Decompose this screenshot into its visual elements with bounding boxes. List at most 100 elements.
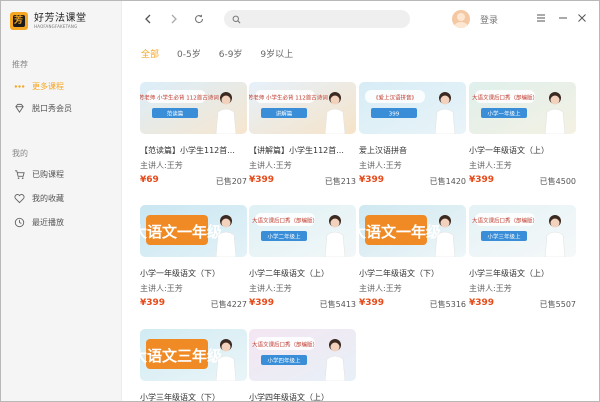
course-thumbnail[interactable]: 大语文课后口秀（部编版） 小学三年级上 <box>469 205 576 257</box>
course-title[interactable]: 小学二年级语文（下） <box>359 268 466 279</box>
course-thumbnail[interactable]: 大语文课后口秀（部编版） 小学一年级上 <box>469 82 576 134</box>
section-mine: 我的 <box>12 149 28 158</box>
course-thumbnail[interactable]: 大语文课后口秀（部编版） 小学二年级上 <box>249 205 356 257</box>
svg-text:小学四年级上: 小学四年级上 <box>267 357 301 365</box>
course-thumbnail[interactable]: 《爱上汉语拼音》 399 <box>359 82 466 134</box>
back-button[interactable] <box>141 12 155 26</box>
course-thumbnail[interactable]: 大语文三年级 <box>140 329 247 381</box>
course-title[interactable]: 小学三年级语文（下） <box>140 392 247 401</box>
sidebar-item-label: 我的收藏 <box>32 193 64 203</box>
thumbnail-art: 大语文一年级 <box>140 205 247 257</box>
course-price: ¥399 <box>249 298 275 308</box>
sidebar: 芳 好芳法课堂 HAOFANGFAKETANG 推荐 更多课程 脱口秀会员 我的 <box>1 1 122 401</box>
course-price: ¥399 <box>469 298 495 308</box>
thumbnail-art: 王芳老师 小学生必背 112首古诗词范读篇 <box>140 82 247 134</box>
sidebar-item-label: 最近播放 <box>32 217 64 227</box>
thumbnail-art: 大语文课后口秀（部编版） 小学四年级上 <box>249 329 356 381</box>
minimize-icon <box>559 17 567 19</box>
course-title[interactable]: 【讲解篇】小学生112首... <box>249 145 356 156</box>
course-sold-count: 已售213 <box>324 177 356 186</box>
menu-icon <box>537 14 545 22</box>
minimize-button[interactable] <box>556 11 570 25</box>
course-price: ¥399 <box>140 298 166 308</box>
menu-button[interactable] <box>534 11 548 25</box>
svg-text:王芳老师 小学生必背 112首古诗词: 王芳老师 小学生必背 112首古诗词 <box>249 94 328 102</box>
course-price: ¥399 <box>249 175 275 185</box>
forward-button[interactable] <box>167 12 181 26</box>
course-sold-count: 已售4227 <box>210 300 247 309</box>
course-teacher: 主讲人:王芳 <box>469 161 512 170</box>
svg-text:大语文三年级: 大语文三年级 <box>140 347 223 365</box>
chevron-right-icon <box>171 14 177 24</box>
course-thumbnail[interactable]: 大语文课后口秀（部编版） 小学四年级上 <box>249 329 356 381</box>
course-teacher: 主讲人:王芳 <box>140 284 183 293</box>
heart-icon <box>12 192 26 204</box>
search-box[interactable] <box>224 10 410 28</box>
sidebar-item-label: 更多课程 <box>32 81 64 91</box>
refresh-icon <box>195 14 204 24</box>
svg-text:讲解篇: 讲解篇 <box>276 110 293 118</box>
course-teacher: 主讲人:王芳 <box>359 284 402 293</box>
thumbnail-art: 王芳老师 小学生必背 112首古诗词讲解篇 <box>249 82 356 134</box>
course-title[interactable]: 小学三年级语文（上） <box>469 268 576 279</box>
search-input[interactable] <box>245 14 395 24</box>
course-thumbnail[interactable]: 王芳老师 小学生必背 112首古诗词 范读篇 <box>140 82 247 134</box>
sidebar-item-recent[interactable]: 最近播放 <box>12 215 64 229</box>
tab-all[interactable]: 全部 <box>141 47 159 60</box>
course-price: ¥399 <box>469 175 495 185</box>
course-teacher: 主讲人:王芳 <box>359 161 402 170</box>
tab-6-9[interactable]: 6-9岁 <box>219 47 243 60</box>
svg-text:399: 399 <box>389 112 400 118</box>
svg-text:王芳老师 小学生必背 112首古诗词: 王芳老师 小学生必背 112首古诗词 <box>140 94 219 102</box>
thumbnail-art: 大语文课后口秀（部编版） 小学一年级上 <box>469 82 576 134</box>
sidebar-item-label: 脱口秀会员 <box>32 103 72 113</box>
sidebar-item-talkshow-member[interactable]: 脱口秀会员 <box>12 101 72 115</box>
svg-text:大语文一年级: 大语文一年级 <box>140 223 223 241</box>
refresh-button[interactable] <box>192 12 206 26</box>
sidebar-item-more-courses[interactable]: 更多课程 <box>12 79 64 93</box>
course-teacher: 主讲人:王芳 <box>249 161 292 170</box>
course-title[interactable]: 【范读篇】小学生112首... <box>140 145 247 156</box>
svg-text:大语文课后口秀（部编版）: 大语文课后口秀（部编版） <box>472 94 538 102</box>
svg-text:大语文课后口秀（部编版）: 大语文课后口秀（部编版） <box>252 341 318 349</box>
course-teacher: 主讲人:王芳 <box>140 161 183 170</box>
course-thumbnail[interactable]: 王芳老师 小学生必背 112首古诗词讲解篇 <box>249 82 356 134</box>
svg-text:大语文一年级: 大语文一年级 <box>359 223 442 241</box>
course-title[interactable]: 爱上汉语拼音 <box>359 145 466 156</box>
logo-glyph: 芳 <box>14 16 24 26</box>
course-title[interactable]: 小学一年级语文（下） <box>140 268 247 279</box>
close-icon <box>578 14 586 22</box>
avatar[interactable] <box>452 10 470 28</box>
course-teacher: 主讲人:王芳 <box>249 284 292 293</box>
course-sold-count: 已售207 <box>215 177 247 186</box>
course-title[interactable]: 小学二年级语文（上） <box>249 268 356 279</box>
course-title[interactable]: 小学一年级语文（上） <box>469 145 576 156</box>
app-subtitle: HAOFANGFAKETANG <box>34 23 78 29</box>
course-sold-count: 已售1420 <box>429 177 466 186</box>
app-window: 芳 好芳法课堂 HAOFANGFAKETANG 推荐 更多课程 脱口秀会员 我的 <box>0 0 600 402</box>
login-link[interactable]: 登录 <box>480 13 498 26</box>
age-tabs: 全部 0-5岁 6-9岁 9岁以上 <box>141 47 311 60</box>
thumbnail-art: 大语文三年级 <box>140 329 247 381</box>
course-title[interactable]: 小学四年级语文（上） <box>249 392 356 401</box>
course-price: ¥399 <box>359 175 385 185</box>
clock-icon <box>12 216 26 228</box>
sidebar-item-favorites[interactable]: 我的收藏 <box>12 191 64 205</box>
course-thumbnail[interactable]: 大语文一年级 <box>359 205 466 257</box>
tab-9-plus[interactable]: 9岁以上 <box>260 47 293 60</box>
dots-icon <box>12 80 26 92</box>
course-thumbnail[interactable]: 大语文一年级 <box>140 205 247 257</box>
course-sold-count: 已售5413 <box>319 300 356 309</box>
svg-text:小学一年级上: 小学一年级上 <box>487 110 521 118</box>
diamond-icon <box>12 102 26 114</box>
course-sold-count: 已售5316 <box>429 300 466 309</box>
svg-text:大语文课后口秀（部编版）: 大语文课后口秀（部编版） <box>472 217 538 225</box>
thumbnail-art: 大语文课后口秀（部编版） 小学三年级上 <box>469 205 576 257</box>
close-button[interactable] <box>575 11 589 25</box>
tab-0-5[interactable]: 0-5岁 <box>177 47 201 60</box>
svg-text:大语文课后口秀（部编版）: 大语文课后口秀（部编版） <box>252 217 318 225</box>
course-sold-count: 已售4500 <box>539 177 576 186</box>
section-recommend: 推荐 <box>12 60 28 69</box>
sidebar-item-purchased[interactable]: 已购课程 <box>12 167 64 181</box>
thumbnail-art: 大语文一年级 <box>359 205 466 257</box>
